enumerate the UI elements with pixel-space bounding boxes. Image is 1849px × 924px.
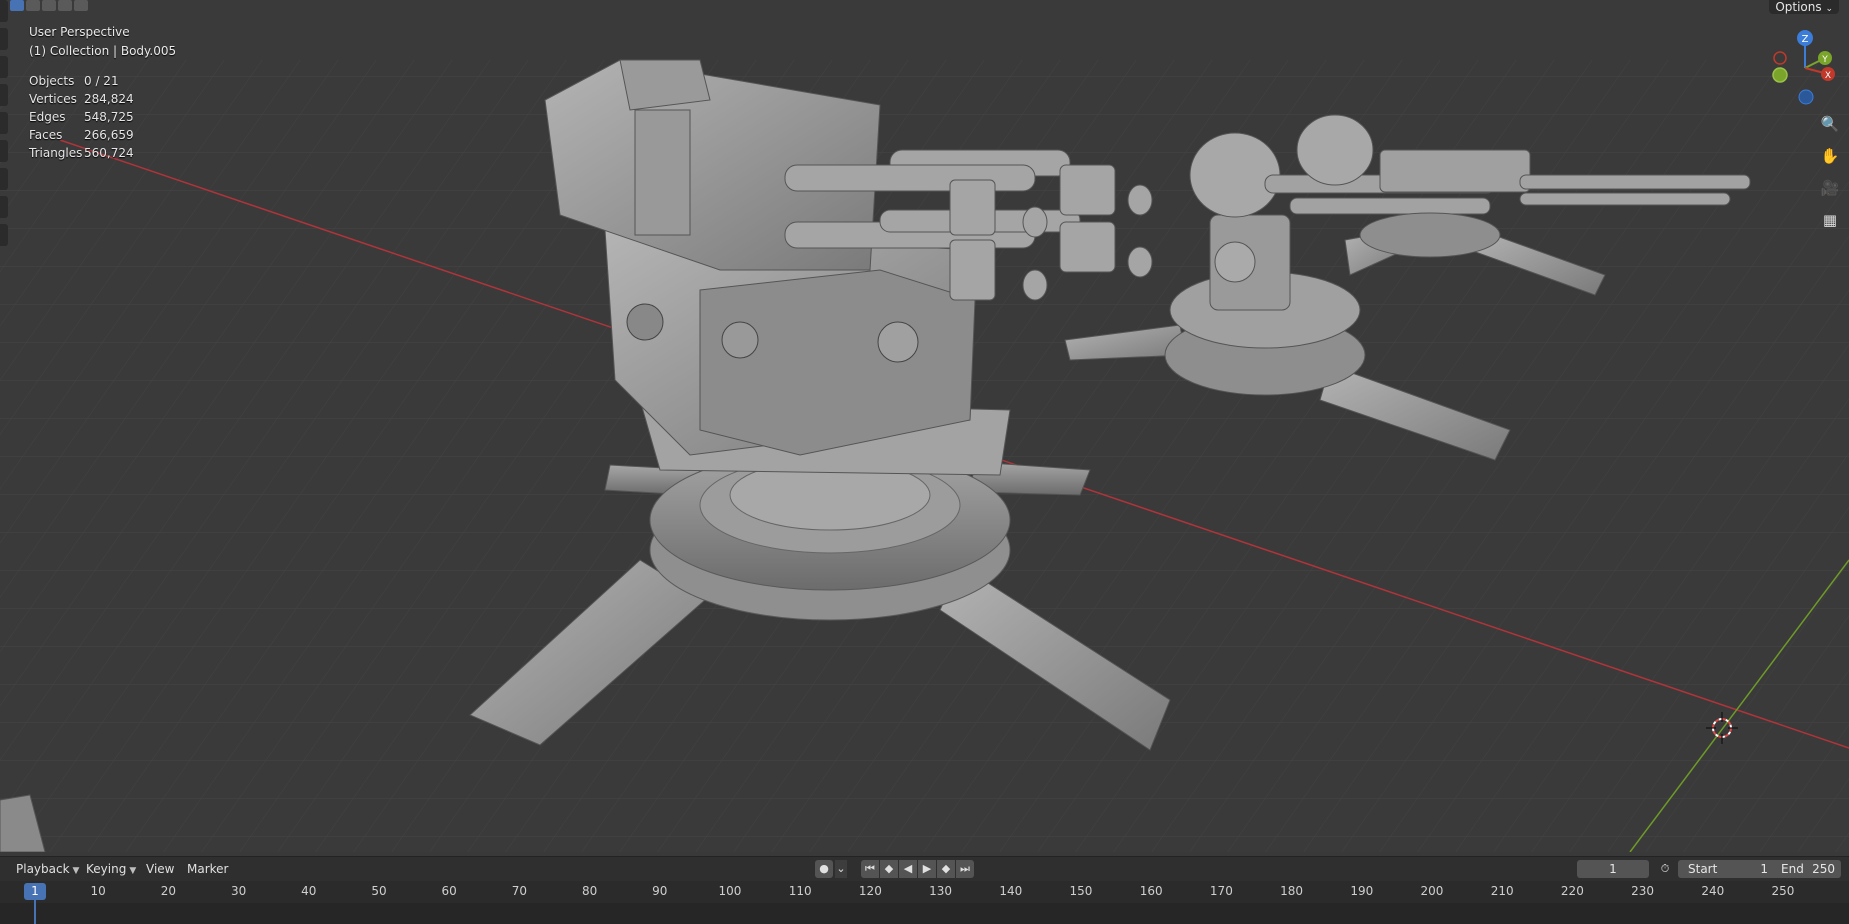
stat-value: 548,725 <box>84 110 134 124</box>
tool-cursor[interactable] <box>0 28 8 50</box>
tool-select[interactable] <box>0 0 8 22</box>
end-frame-field[interactable]: End 250 <box>1771 860 1841 878</box>
ruler-tick: 120 <box>858 884 882 898</box>
stat-label: Objects <box>29 74 75 88</box>
record-options-icon[interactable]: ⌄ <box>835 860 847 878</box>
select-new-icon[interactable] <box>26 0 40 11</box>
ruler-tick: 200 <box>1420 884 1444 898</box>
stat-row: Objects 0 / 21 <box>29 72 134 90</box>
zoom-icon[interactable]: 🔍 <box>1818 112 1842 136</box>
ruler-tick: 130 <box>929 884 953 898</box>
play-reverse-icon[interactable]: ◀ <box>899 860 917 878</box>
3d-viewport[interactable]: User Perspective (1) Collection | Body.0… <box>0 0 1849 852</box>
start-label: Start <box>1688 862 1718 876</box>
jump-start-icon[interactable]: ⏮ <box>861 860 879 878</box>
record-button[interactable]: ● <box>815 860 833 878</box>
ruler-tick: 170 <box>1209 884 1233 898</box>
ruler-tick: 50 <box>371 884 387 898</box>
prev-keyframe-icon[interactable]: ◆ <box>880 860 898 878</box>
start-value: 1 <box>1760 862 1768 876</box>
tool-rotate[interactable] <box>0 84 8 106</box>
stat-value: 0 / 21 <box>84 74 119 88</box>
gizmo-z-label: Z <box>1802 34 1809 45</box>
ruler-tick: 90 <box>652 884 668 898</box>
ruler-tick: 30 <box>230 884 247 898</box>
play-icon[interactable]: ▶ <box>918 860 936 878</box>
ruler-tick: 20 <box>160 884 177 898</box>
stat-row: Vertices 284,824 <box>29 90 134 108</box>
scene-render <box>0 0 1849 852</box>
timeline-body[interactable] <box>0 903 1849 924</box>
options-label: Options <box>1775 0 1822 14</box>
stat-label: Triangles <box>29 146 83 160</box>
scene-statistics: Objects 0 / 21 Vertices 284,824 Edges 548,7… <box>29 72 134 162</box>
ruler-tick: 10 <box>90 884 106 898</box>
options-dropdown[interactable]: Options ⌄ <box>1769 0 1839 14</box>
ruler-tick: 110 <box>788 884 812 898</box>
stat-row: Edges 548,725 <box>29 108 134 126</box>
stat-label: Faces <box>29 128 63 142</box>
stopwatch-icon[interactable]: ⏱ <box>1656 860 1674 878</box>
stat-value: 284,824 <box>84 92 134 106</box>
ruler-tick: 80 <box>581 884 598 898</box>
tool-add-cube[interactable] <box>0 224 8 246</box>
pan-hand-icon[interactable]: ✋ <box>1818 144 1842 168</box>
stat-row: Faces 266,659 <box>29 126 134 144</box>
timeline-header: Playback ▼ Keying ▼ View Marker ● ⌄ ⏮ ◆ ◀ … <box>0 856 1849 881</box>
end-value: 250 <box>1812 862 1835 876</box>
view-menu[interactable]: View <box>142 860 178 878</box>
playback-menu[interactable]: Playback ▼ <box>12 860 83 878</box>
ruler-tick: 100 <box>718 884 742 898</box>
tool-transform[interactable] <box>0 140 8 162</box>
ruler-tick: 220 <box>1560 884 1584 898</box>
stat-value: 266,659 <box>84 128 134 142</box>
viewport-nav-buttons: 🔍 ✋ 🎥 ▦ <box>1818 112 1842 232</box>
ruler-tick: 160 <box>1139 884 1163 898</box>
gizmo-y-label: Y <box>1821 55 1828 65</box>
ruler-tick: 190 <box>1350 884 1374 898</box>
keying-label: Keying <box>86 862 127 876</box>
ruler-tick: 70 <box>511 884 528 898</box>
stat-label: Edges <box>29 110 66 124</box>
playback-label: Playback <box>16 862 70 876</box>
tool-measure[interactable] <box>0 196 8 218</box>
ruler-tick: 180 <box>1280 884 1304 898</box>
ruler-tick: 210 <box>1490 884 1514 898</box>
ruler-tick: 250 <box>1771 884 1795 898</box>
stat-value: 560,724 <box>84 146 134 160</box>
select-subtract-icon[interactable] <box>58 0 72 11</box>
keying-menu[interactable]: Keying ▼ <box>82 860 140 878</box>
ruler-tick: 240 <box>1701 884 1725 898</box>
ruler-tick: 150 <box>1069 884 1093 898</box>
ruler-tick: 40 <box>301 884 317 898</box>
select-extend-icon[interactable] <box>42 0 56 11</box>
tool-annotate[interactable] <box>0 168 8 190</box>
view-name: User Perspective <box>29 25 130 39</box>
ruler-tick: 60 <box>441 884 457 898</box>
select-box-icon[interactable] <box>10 0 24 11</box>
stat-label: Vertices <box>29 92 77 106</box>
playhead-line <box>34 900 36 924</box>
select-invert-icon[interactable] <box>74 0 88 11</box>
perspective-grid-icon[interactable]: ▦ <box>1818 208 1842 232</box>
timeline-ruler[interactable]: 1 10 20 30 40 50 60 70 80 90 100 110 120 130 140 150 16… <box>0 881 1849 903</box>
start-frame-field[interactable]: Start 1 <box>1678 860 1778 878</box>
active-collection: (1) Collection | Body.005 <box>29 44 177 58</box>
end-label: End <box>1781 862 1804 876</box>
toolbar <box>0 0 8 252</box>
camera-icon[interactable]: 🎥 <box>1818 176 1842 200</box>
select-mode-icons <box>10 0 88 11</box>
current-frame-field[interactable]: 1 <box>1577 860 1649 878</box>
navigation-gizmo[interactable]: Z Y X <box>1770 28 1840 108</box>
ruler-current-frame[interactable]: 1 <box>24 883 46 900</box>
ruler-tick: 140 <box>999 884 1023 898</box>
gizmo-x-label: X <box>1825 71 1831 81</box>
next-keyframe-icon[interactable]: ◆ <box>937 860 955 878</box>
ruler-tick: 230 <box>1631 884 1655 898</box>
tool-move[interactable] <box>0 56 8 78</box>
stat-row: Triangles 560,724 <box>29 144 134 162</box>
marker-menu[interactable]: Marker <box>183 860 232 878</box>
jump-end-icon[interactable]: ⏭ <box>956 860 974 878</box>
tool-scale[interactable] <box>0 112 8 134</box>
